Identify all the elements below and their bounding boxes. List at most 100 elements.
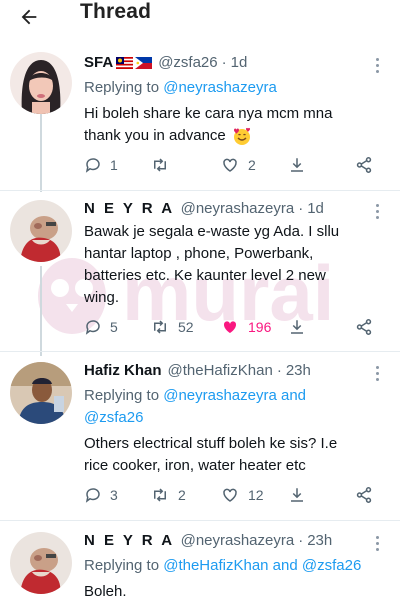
display-name[interactable]: Hafiz Khan xyxy=(84,361,162,381)
share-network-button[interactable] xyxy=(354,318,374,336)
replying-to: Replying to @theHafizKhan and @zsfa26 xyxy=(84,555,386,577)
reply-count: 3 xyxy=(110,487,118,503)
mention-link[interactable]: @neyrashazeyra and xyxy=(163,387,306,404)
like-button[interactable]: 12 xyxy=(220,486,264,504)
share-button[interactable] xyxy=(288,486,306,504)
tweet-text-line: hantar laptop , phone, Powerbank, xyxy=(84,245,314,262)
reply-button[interactable]: 1 xyxy=(84,156,118,174)
tweet[interactable]: SFA @zsfa26 · 1d Replying to @neyrashaze… xyxy=(84,52,386,147)
tweet-text-line: batteries etc. Ke kaunter level 2 new xyxy=(84,267,326,284)
reply-count: 1 xyxy=(110,157,118,173)
like-count: 12 xyxy=(248,487,264,503)
retweet-button[interactable] xyxy=(150,156,178,174)
tweet-header: N E Y R A @neyrashazeyra · 1d xyxy=(84,198,386,220)
more-options-icon[interactable] xyxy=(372,58,382,73)
tweet[interactable]: N E Y R A @neyrashazeyra · 1d Bawak je s… xyxy=(84,198,386,309)
timestamp[interactable]: 1d xyxy=(231,53,248,73)
separator-dot: · xyxy=(276,362,282,379)
tweet-text-line: Bawak je segala e-waste yg Ada. I sllu xyxy=(84,223,340,240)
user-handle[interactable]: @neyrashazeyra xyxy=(181,199,295,219)
tweet[interactable]: N E Y R A @neyrashazeyra · 23h Replying … xyxy=(84,530,386,600)
timestamp[interactable]: 1d xyxy=(307,199,324,219)
download-icon xyxy=(291,158,303,172)
more-options-icon[interactable] xyxy=(372,366,382,381)
like-count: 2 xyxy=(248,157,256,173)
tweet-text: Bawak je segala e-waste yg Ada. I sllu h… xyxy=(84,221,386,309)
divider xyxy=(0,190,400,191)
heart-filled-icon xyxy=(223,321,237,333)
like-button[interactable]: 196 xyxy=(220,318,271,336)
philippines-flag-icon xyxy=(135,57,153,69)
retweet-count: 52 xyxy=(178,319,194,335)
reply-button[interactable]: 5 xyxy=(84,318,118,336)
thread-connector xyxy=(40,112,42,192)
share-network-button[interactable] xyxy=(354,486,374,504)
separator-dot: · xyxy=(298,200,304,217)
separator-dot: · xyxy=(221,54,227,71)
mention-link[interactable]: @zsfa26 xyxy=(84,409,143,426)
tweet-text-line: Others electrical stuff boleh ke sis? I.… xyxy=(84,435,338,452)
retweet-button[interactable]: 2 xyxy=(150,486,186,504)
reply-icon xyxy=(85,158,100,173)
user-handle[interactable]: @theHafizKhan xyxy=(168,361,273,381)
tweet-text: Others electrical stuff boleh ke sis? I.… xyxy=(84,433,386,477)
replying-to: Replying to @neyrashazeyra xyxy=(84,77,386,99)
heart-icon xyxy=(223,488,237,502)
more-options-icon[interactable] xyxy=(372,204,382,219)
separator-dot: · xyxy=(298,532,304,549)
reply-button[interactable]: 3 xyxy=(84,486,118,504)
display-name[interactable]: SFA xyxy=(84,53,113,73)
avatar[interactable] xyxy=(10,52,72,114)
flag-icons xyxy=(116,57,153,69)
share-network-icon xyxy=(356,319,372,335)
retweet-icon xyxy=(154,158,166,172)
more-options-icon[interactable] xyxy=(372,536,382,551)
heart-icon xyxy=(223,158,237,172)
avatar[interactable] xyxy=(10,532,72,594)
timestamp[interactable]: 23h xyxy=(307,531,332,551)
display-name[interactable]: N E Y R A xyxy=(84,531,175,551)
top-bar: Thread xyxy=(0,0,400,40)
tweet-text-line-content: thank you in advance xyxy=(84,127,226,144)
replying-to: Replying to @neyrashazeyra and @zsfa26 xyxy=(84,385,386,429)
divider xyxy=(0,351,400,352)
avatar[interactable] xyxy=(10,200,72,262)
like-button[interactable]: 2 xyxy=(220,156,256,174)
display-name[interactable]: N E Y R A xyxy=(84,199,175,219)
tweet-header: N E Y R A @neyrashazeyra · 23h xyxy=(84,530,386,552)
malaysia-flag-icon xyxy=(116,57,134,69)
download-icon xyxy=(291,488,303,502)
tweet-header: Hafiz Khan @theHafizKhan · 23h xyxy=(84,360,386,382)
share-network-button[interactable] xyxy=(354,156,374,174)
thread-connector xyxy=(40,266,42,356)
avatar[interactable] xyxy=(10,362,72,424)
replying-prefix: Replying to xyxy=(84,79,160,96)
mention-link[interactable]: @theHafizKhan and @zsfa26 xyxy=(163,557,361,574)
tweet-actions: 5 52 196 xyxy=(84,318,384,344)
mention-link[interactable]: @neyrashazeyra xyxy=(163,79,277,96)
timestamp[interactable]: 23h xyxy=(286,361,311,381)
tweet-text-line: thank you in advance xyxy=(84,125,386,147)
replying-prefix: Replying to xyxy=(84,557,160,574)
user-handle[interactable]: @zsfa26 xyxy=(158,53,217,73)
user-handle[interactable]: @neyrashazeyra xyxy=(181,531,295,551)
tweet-text-line: Boleh. xyxy=(84,583,127,600)
reply-icon xyxy=(85,320,100,335)
tweet-actions: 1 2 xyxy=(84,156,384,182)
tweet-text-line: rice cooker, iron, water heater etc xyxy=(84,457,306,474)
tweet[interactable]: Hafiz Khan @theHafizKhan · 23h Replying … xyxy=(84,360,386,477)
tweet-text: Hi boleh share ke cara nya mcm mna thank… xyxy=(84,103,386,147)
retweet-icon xyxy=(154,320,166,334)
retweet-count: 2 xyxy=(178,487,186,503)
page-title: Thread xyxy=(80,0,152,23)
replying-prefix: Replying to xyxy=(84,387,160,404)
share-button[interactable] xyxy=(288,156,306,174)
back-arrow-icon[interactable] xyxy=(14,2,44,32)
share-button[interactable] xyxy=(288,318,306,336)
retweet-button[interactable]: 52 xyxy=(150,318,194,336)
retweet-icon xyxy=(154,488,166,502)
tweet-header: SFA @zsfa26 · 1d xyxy=(84,52,386,74)
share-network-icon xyxy=(356,487,372,503)
tweet-actions: 3 2 12 xyxy=(84,486,384,512)
reply-count: 5 xyxy=(110,319,118,335)
